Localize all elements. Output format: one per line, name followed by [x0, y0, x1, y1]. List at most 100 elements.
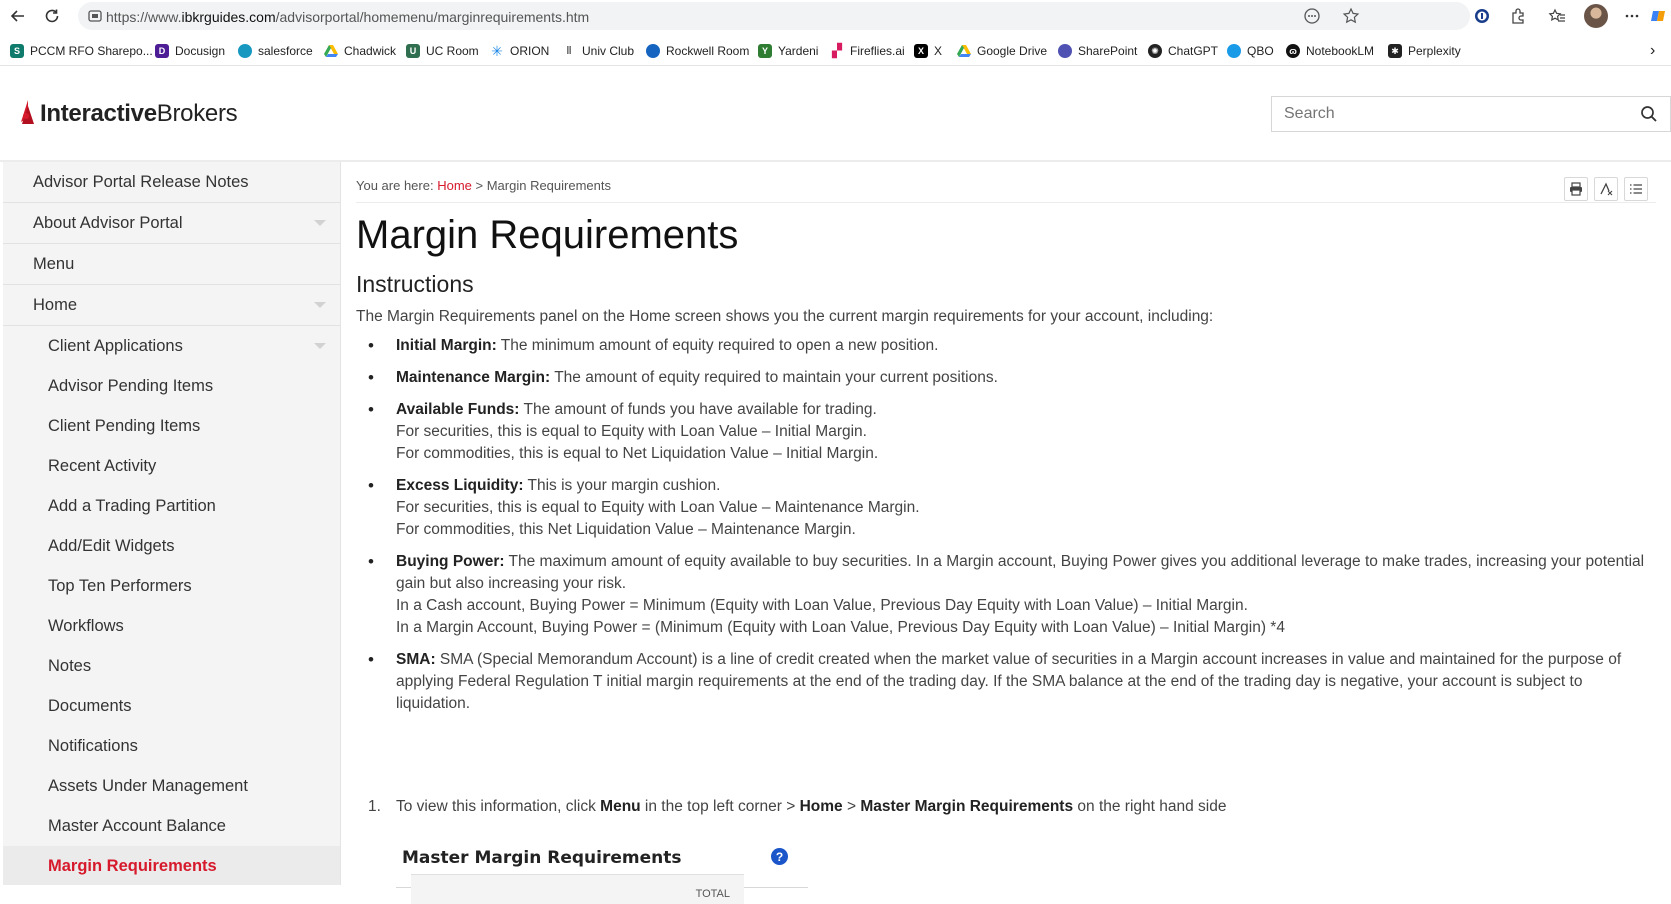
page-title: Margin Requirements	[356, 213, 739, 257]
bookmark-google-drive[interactable]: Google Drive	[957, 42, 1047, 60]
bookmark-rockwell-room[interactable]: Rockwell Room	[646, 42, 749, 60]
print-icon	[1570, 182, 1582, 196]
favorites-icon[interactable]	[1545, 4, 1569, 28]
yardeni-icon: Y	[758, 44, 772, 58]
help-icon: ?	[771, 848, 788, 865]
list-item: Buying Power: The maximum amount of equi…	[356, 551, 1656, 639]
bookmark-univ-club[interactable]: ‖ Univ Club	[562, 42, 634, 60]
breadcrumb-separator: >	[471, 178, 487, 193]
definitions-list: Initial Margin: The minimum amount of eq…	[356, 335, 1656, 725]
sidebar-item-top-ten[interactable]: Top Ten Performers	[3, 566, 340, 606]
site-info-icon[interactable]	[87, 8, 103, 24]
list-item: Initial Margin: The minimum amount of eq…	[356, 335, 1656, 357]
breadcrumb-prefix: You are here:	[356, 178, 438, 193]
ib-logo[interactable]: InteractiveBrokers	[18, 96, 238, 132]
widget-title: Master Margin Requirements	[402, 848, 682, 868]
bookmark-orion[interactable]: ✳ ORION	[490, 42, 549, 60]
widget-table-header: TOTAL	[411, 874, 744, 904]
clear-highlight-button[interactable]	[1594, 177, 1618, 201]
bookmark-chadwick[interactable]: Chadwick	[324, 42, 396, 60]
sidebar-item-aum[interactable]: Assets Under Management	[3, 766, 340, 806]
url-bar[interactable]: https://www.ibkrguides.com/advisorportal…	[78, 2, 1470, 30]
site-search[interactable]	[1271, 96, 1671, 132]
fireflies-icon: ▞	[832, 43, 842, 58]
sidebar-item-release-notes[interactable]: Advisor Portal Release Notes	[3, 162, 340, 203]
bookmark-salesforce[interactable]: salesforce	[238, 42, 313, 60]
ib-logo-mark-icon	[18, 98, 38, 130]
bookmark-uc-room[interactable]: U UC Room	[406, 42, 479, 60]
sidebar-item-add-edit-widgets[interactable]: Add/Edit Widgets	[3, 526, 340, 566]
list-item: Maintenance Margin: The amount of equity…	[356, 367, 1656, 389]
sidebar-item-home[interactable]: Home	[3, 285, 340, 326]
main-content: You are here: Home > Margin Requirements…	[356, 162, 1656, 904]
bookmark-chatgpt[interactable]: ✺ ChatGPT	[1148, 42, 1218, 60]
perplexity-icon: ✱	[1388, 44, 1402, 58]
profile-avatar[interactable]	[1584, 4, 1608, 28]
google-drive-icon	[957, 44, 971, 58]
reader-icon[interactable]	[1300, 4, 1324, 28]
bookmarks-bar: S PCCM RFO Sharepo... D Docusign salesforc…	[0, 36, 1671, 64]
more-menu-icon[interactable]	[1620, 4, 1644, 28]
bookmark-fireflies[interactable]: ▞ Fireflies.ai	[830, 42, 905, 60]
print-button[interactable]	[1564, 177, 1588, 201]
sidebar-item-trading-partition[interactable]: Add a Trading Partition	[3, 486, 340, 526]
clear-highlight-icon	[1600, 182, 1613, 196]
bookmark-sharepoint[interactable]: SharePoint	[1058, 42, 1137, 60]
docusign-icon: D	[155, 44, 169, 58]
favorite-star-icon[interactable]	[1339, 4, 1363, 28]
sidebar-item-recent-activity[interactable]: Recent Activity	[3, 446, 340, 486]
breadcrumb-divider	[356, 202, 1656, 203]
sharepoint-icon	[1058, 44, 1072, 58]
chevron-down-icon[interactable]	[314, 343, 326, 349]
x-icon: X	[914, 44, 928, 58]
url-text: https://www.ibkrguides.com/advisorportal…	[106, 9, 590, 25]
rockwell-icon	[646, 44, 660, 58]
sidebar-item-documents[interactable]: Documents	[3, 686, 340, 726]
password-manager-icon[interactable]	[1470, 4, 1494, 28]
chevron-down-icon[interactable]	[314, 302, 326, 308]
bookmark-notebooklm[interactable]: ɷ NotebookLM	[1286, 42, 1374, 60]
bookmark-pccm[interactable]: S PCCM RFO Sharepo...	[10, 42, 153, 60]
bookmark-perplexity[interactable]: ✱ Perplexity	[1388, 42, 1461, 60]
browser-address-bar-row: https://www.ibkrguides.com/advisorportal…	[0, 0, 1671, 32]
bookmarks-overflow-chevron-icon[interactable]: ›	[1650, 42, 1655, 60]
toc-button[interactable]	[1624, 177, 1648, 201]
salesforce-icon	[238, 44, 252, 58]
page: InteractiveBrokers Advisor Portal Releas…	[0, 65, 1671, 904]
uc-room-icon: U	[406, 44, 420, 58]
extensions-icon[interactable]	[1506, 4, 1530, 28]
sidebar-item-about[interactable]: About Advisor Portal	[3, 203, 340, 244]
sidebar-item-master-account-balance[interactable]: Master Account Balance	[3, 806, 340, 846]
sidebar-item-advisor-pending[interactable]: Advisor Pending Items	[3, 366, 340, 406]
bookmark-qbo[interactable]: QBO	[1227, 42, 1274, 60]
bookmark-x[interactable]: XX	[914, 42, 942, 60]
univ-club-icon: ‖	[566, 45, 572, 57]
chatgpt-icon: ✺	[1148, 44, 1162, 58]
sidebar-item-workflows[interactable]: Workflows	[3, 606, 340, 646]
bookmark-yardeni[interactable]: Y Yardeni	[758, 42, 818, 60]
bookmark-docusign[interactable]: D Docusign	[155, 42, 225, 60]
list-item: Available Funds: The amount of funds you…	[356, 399, 1656, 465]
step-number: 1.	[368, 798, 381, 815]
breadcrumb: You are here: Home > Margin Requirements	[356, 178, 611, 193]
sidebar-item-notes[interactable]: Notes	[3, 646, 340, 686]
step-text: To view this information, click Menu in …	[396, 798, 1227, 815]
list-item: SMA: SMA (Special Memorandum Account) is…	[356, 649, 1656, 715]
back-icon[interactable]	[6, 4, 30, 28]
search-icon[interactable]	[1640, 105, 1658, 123]
orion-icon: ✳	[491, 42, 503, 59]
reload-icon[interactable]	[40, 4, 64, 28]
notebooklm-icon: ɷ	[1286, 44, 1300, 58]
chevron-down-icon[interactable]	[314, 220, 326, 226]
sidebar-item-margin-requirements[interactable]: Margin Requirements	[3, 846, 340, 885]
sidebar-item-notifications[interactable]: Notifications	[3, 726, 340, 766]
section-heading: Instructions	[356, 271, 474, 297]
copilot-icon[interactable]	[1646, 4, 1670, 28]
sidebar-item-menu[interactable]: Menu	[3, 244, 340, 285]
search-input[interactable]	[1284, 105, 1624, 123]
sidebar-item-client-pending[interactable]: Client Pending Items	[3, 406, 340, 446]
qbo-icon	[1227, 44, 1241, 58]
breadcrumb-home-link[interactable]: Home	[437, 178, 472, 193]
sidebar-item-client-applications[interactable]: Client Applications	[3, 326, 340, 366]
ib-logo-text: InteractiveBrokers	[40, 100, 238, 127]
